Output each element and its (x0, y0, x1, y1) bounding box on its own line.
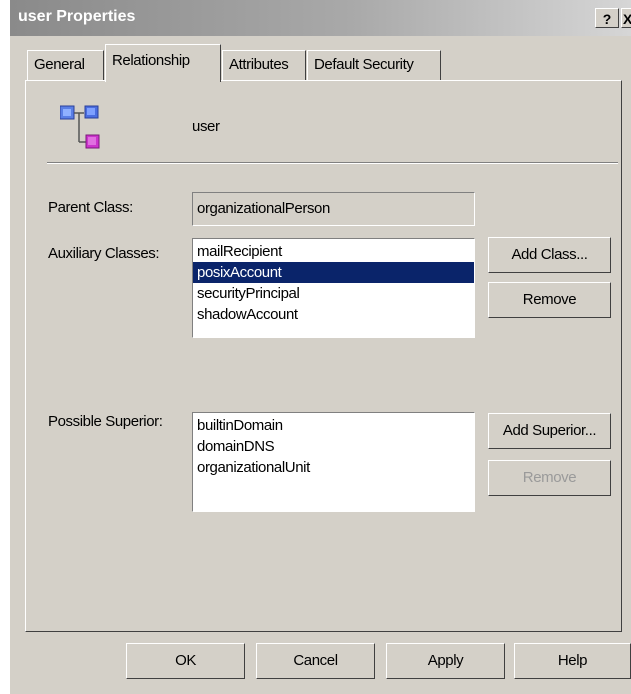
tab-relationship[interactable]: Relationship (105, 44, 221, 82)
parent-class-field: organizationalPerson (192, 192, 475, 226)
parent-class-label: Parent Class: (48, 199, 133, 216)
list-item[interactable]: shadowAccount (193, 304, 474, 325)
class-name: user (192, 118, 220, 135)
separator (47, 162, 618, 164)
list-item[interactable]: domainDNS (193, 436, 474, 457)
title-bar[interactable]: user Properties ? X (10, 0, 631, 36)
close-icon[interactable]: X (621, 8, 631, 28)
properties-dialog: user Properties ? X General Relationship… (10, 0, 631, 694)
help-button[interactable]: Help (514, 643, 631, 679)
add-superior-button[interactable]: Add Superior... (488, 413, 611, 449)
tab-attributes[interactable]: Attributes (222, 50, 306, 80)
list-item-selected[interactable]: posixAccount (193, 262, 474, 283)
help-icon[interactable]: ? (595, 8, 619, 28)
list-item[interactable]: builtinDomain (193, 415, 474, 436)
auxiliary-classes-list[interactable]: mailRecipient posixAccount securityPrinc… (192, 238, 475, 338)
list-item[interactable]: securityPrincipal (193, 283, 474, 304)
window-title: user Properties (18, 8, 136, 25)
tab-default-security[interactable]: Default Security (307, 50, 441, 80)
remove-superior-button: Remove (488, 460, 611, 496)
ok-button[interactable]: OK (126, 643, 245, 679)
tab-general[interactable]: General (27, 50, 104, 80)
cancel-button[interactable]: Cancel (256, 643, 375, 679)
list-item[interactable]: mailRecipient (193, 241, 474, 262)
auxiliary-classes-label: Auxiliary Classes: (48, 245, 160, 262)
possible-superior-list[interactable]: builtinDomain domainDNS organizationalUn… (192, 412, 475, 512)
list-item[interactable]: organizationalUnit (193, 457, 474, 478)
add-class-button[interactable]: Add Class... (488, 237, 611, 273)
remove-class-button[interactable]: Remove (488, 282, 611, 318)
class-hierarchy-icon (60, 105, 100, 149)
apply-button[interactable]: Apply (386, 643, 505, 679)
possible-superior-label: Possible Superior: (48, 413, 163, 430)
